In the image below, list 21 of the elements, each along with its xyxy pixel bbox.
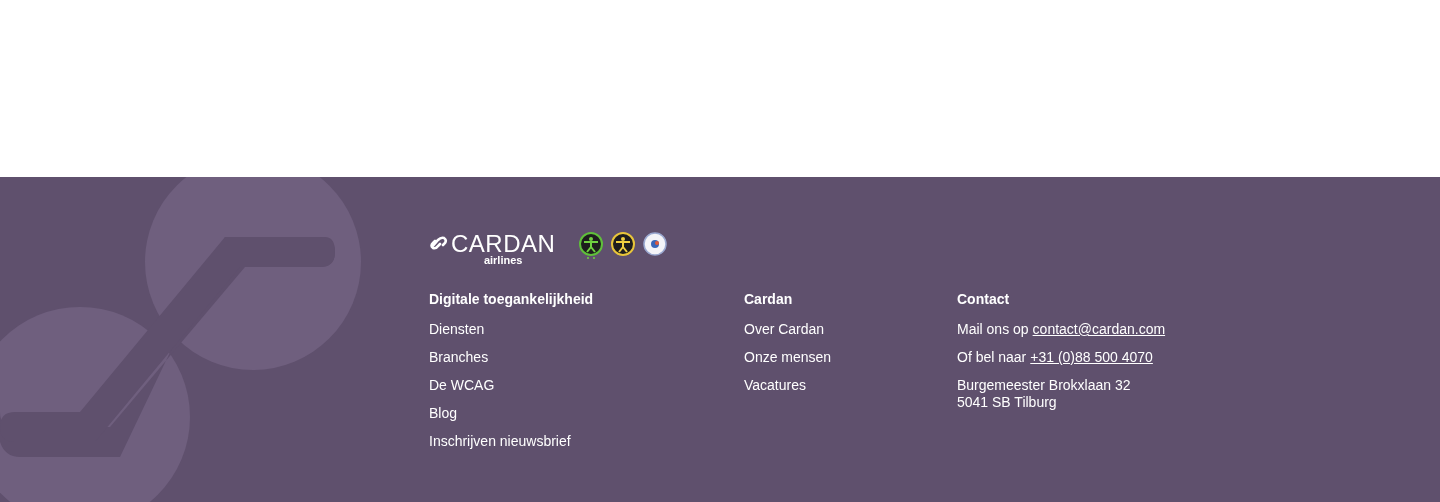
contact-label: Of bel naar — [957, 349, 1027, 366]
brand-subtitle: airlines — [483, 255, 523, 266]
footer-link[interactable]: Branches — [429, 349, 489, 366]
contact-link[interactable]: contact@cardan.com — [1032, 321, 1166, 338]
column-heading: Digitale toegankelijkheid — [429, 291, 594, 309]
footer-link[interactable]: Inschrijven nieuwsbrief — [429, 433, 571, 450]
footer-link[interactable]: Blog — [429, 405, 458, 422]
column-heading: Contact — [957, 291, 1010, 309]
contact-label: Mail ons op — [957, 321, 1029, 338]
footer-link[interactable]: Onze mensen — [744, 349, 832, 366]
footer-link[interactable]: Diensten — [429, 321, 485, 338]
column-heading: Cardan — [744, 291, 793, 309]
footer-link[interactable]: Over Cardan — [744, 321, 825, 338]
contact-link[interactable]: +31 (0)88 500 4070 — [1030, 349, 1153, 366]
cardan-logo[interactable]: CARDAN airlines — [429, 232, 556, 266]
address-text: Burgemeester Brokxlaan 32 5041 SB Tilburg — [957, 377, 1131, 411]
chain-link-icon — [429, 236, 449, 250]
brand-name: CARDAN — [451, 232, 556, 256]
accessibility-badge-icon — [577, 232, 606, 260]
footer-link[interactable]: Vacatures — [744, 377, 806, 394]
footer-link[interactable]: De WCAG — [429, 377, 495, 394]
